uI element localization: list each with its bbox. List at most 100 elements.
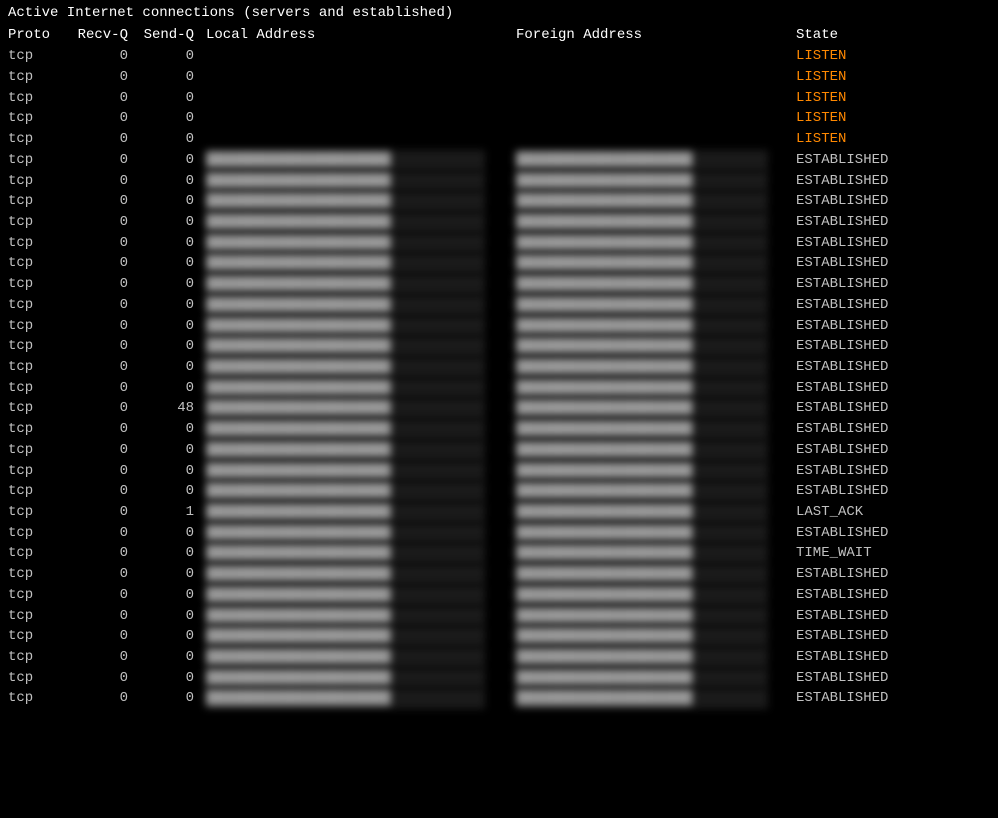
col-state: TIME_WAIT <box>796 543 990 564</box>
col-recvq: 0 <box>56 88 136 109</box>
table-row: tcp 0 0 ██████████████████████ █████████… <box>8 606 990 627</box>
col-sendq: 0 <box>136 440 206 461</box>
col-foreign: █████████████████████ <box>516 626 796 647</box>
table-row: tcp 0 0 ██████████████████████ █████████… <box>8 171 990 192</box>
col-state: LISTEN <box>796 46 990 67</box>
col-proto: tcp <box>8 357 56 378</box>
col-proto: tcp <box>8 253 56 274</box>
col-recvq: 0 <box>56 523 136 544</box>
col-local: ██████████████████████ <box>206 668 516 689</box>
col-recvq: 0 <box>56 336 136 357</box>
col-recvq: 0 <box>56 461 136 482</box>
col-proto: tcp <box>8 502 56 523</box>
col-local: ██████████████████████ <box>206 543 516 564</box>
col-sendq: 0 <box>136 606 206 627</box>
col-foreign: █████████████████████ <box>516 253 796 274</box>
header-sendq: Send-Q <box>136 26 206 46</box>
col-local: ██████████████████████ <box>206 398 516 419</box>
col-local: ██████████████████████ <box>206 606 516 627</box>
col-local: ██████████████████████ <box>206 440 516 461</box>
col-recvq: 0 <box>56 129 136 150</box>
col-foreign <box>516 67 796 88</box>
col-sendq: 0 <box>136 523 206 544</box>
col-foreign: █████████████████████ <box>516 233 796 254</box>
col-foreign: █████████████████████ <box>516 523 796 544</box>
col-local: ██████████████████████ <box>206 233 516 254</box>
table-row: tcp 0 0 ██████████████████████ █████████… <box>8 233 990 254</box>
col-state: LISTEN <box>796 67 990 88</box>
table-row: tcp 0 0 ██████████████████████ █████████… <box>8 688 990 709</box>
table-row: tcp 0 0 ██████████████████████ █████████… <box>8 253 990 274</box>
col-foreign: █████████████████████ <box>516 398 796 419</box>
table-row: tcp 0 0 ██████████████████████ █████████… <box>8 419 990 440</box>
col-proto: tcp <box>8 274 56 295</box>
col-foreign <box>516 46 796 67</box>
col-recvq: 0 <box>56 233 136 254</box>
col-proto: tcp <box>8 647 56 668</box>
col-recvq: 0 <box>56 295 136 316</box>
col-sendq: 0 <box>136 67 206 88</box>
table-row: tcp 0 0 ██████████████████████ █████████… <box>8 543 990 564</box>
table-row: tcp 0 0 ██████████████████████ █████████… <box>8 626 990 647</box>
col-foreign: █████████████████████ <box>516 419 796 440</box>
table-row: tcp 0 0 ██████████████████████ █████████… <box>8 150 990 171</box>
col-recvq: 0 <box>56 688 136 709</box>
col-recvq: 0 <box>56 647 136 668</box>
col-state: ESTABLISHED <box>796 357 990 378</box>
col-state: ESTABLISHED <box>796 378 990 399</box>
col-sendq: 0 <box>136 212 206 233</box>
table-header: Proto Recv-Q Send-Q Local Address Foreig… <box>8 26 990 46</box>
col-foreign: █████████████████████ <box>516 378 796 399</box>
col-local: ██████████████████████ <box>206 461 516 482</box>
col-state: ESTABLISHED <box>796 585 990 606</box>
col-proto: tcp <box>8 233 56 254</box>
col-recvq: 0 <box>56 585 136 606</box>
col-foreign: █████████████████████ <box>516 150 796 171</box>
table-row: tcp 0 0 LISTEN <box>8 67 990 88</box>
col-local: ██████████████████████ <box>206 419 516 440</box>
col-proto: tcp <box>8 543 56 564</box>
col-proto: tcp <box>8 295 56 316</box>
table-row: tcp 0 0 ██████████████████████ █████████… <box>8 336 990 357</box>
col-recvq: 0 <box>56 564 136 585</box>
col-proto: tcp <box>8 336 56 357</box>
col-sendq: 0 <box>136 274 206 295</box>
table-row: tcp 0 0 ██████████████████████ █████████… <box>8 378 990 399</box>
col-local: ██████████████████████ <box>206 295 516 316</box>
col-local: ██████████████████████ <box>206 316 516 337</box>
col-local: ██████████████████████ <box>206 336 516 357</box>
col-local: ██████████████████████ <box>206 253 516 274</box>
col-state: ESTABLISHED <box>796 564 990 585</box>
col-proto: tcp <box>8 688 56 709</box>
col-sendq: 0 <box>136 46 206 67</box>
table-row: tcp 0 0 ██████████████████████ █████████… <box>8 295 990 316</box>
col-foreign: █████████████████████ <box>516 316 796 337</box>
col-sendq: 0 <box>136 191 206 212</box>
col-local <box>206 67 516 88</box>
col-sendq: 0 <box>136 378 206 399</box>
col-sendq: 0 <box>136 647 206 668</box>
col-recvq: 0 <box>56 316 136 337</box>
col-proto: tcp <box>8 88 56 109</box>
col-local: ██████████████████████ <box>206 481 516 502</box>
col-proto: tcp <box>8 46 56 67</box>
col-sendq: 0 <box>136 129 206 150</box>
col-state: ESTABLISHED <box>796 274 990 295</box>
col-foreign: █████████████████████ <box>516 357 796 378</box>
table-row: tcp 0 0 LISTEN <box>8 88 990 109</box>
col-state: ESTABLISHED <box>796 316 990 337</box>
col-recvq: 0 <box>56 150 136 171</box>
col-sendq: 0 <box>136 357 206 378</box>
col-state: LAST_ACK <box>796 502 990 523</box>
col-foreign <box>516 129 796 150</box>
col-recvq: 0 <box>56 502 136 523</box>
col-proto: tcp <box>8 150 56 171</box>
table-row: tcp 0 0 ██████████████████████ █████████… <box>8 461 990 482</box>
col-recvq: 0 <box>56 398 136 419</box>
col-proto: tcp <box>8 67 56 88</box>
col-sendq: 0 <box>136 419 206 440</box>
connections-table: tcp 0 0 LISTEN tcp 0 0 LISTEN tcp 0 0 LI… <box>8 46 990 709</box>
table-row: tcp 0 0 ██████████████████████ █████████… <box>8 647 990 668</box>
col-state: ESTABLISHED <box>796 233 990 254</box>
col-state: ESTABLISHED <box>796 606 990 627</box>
